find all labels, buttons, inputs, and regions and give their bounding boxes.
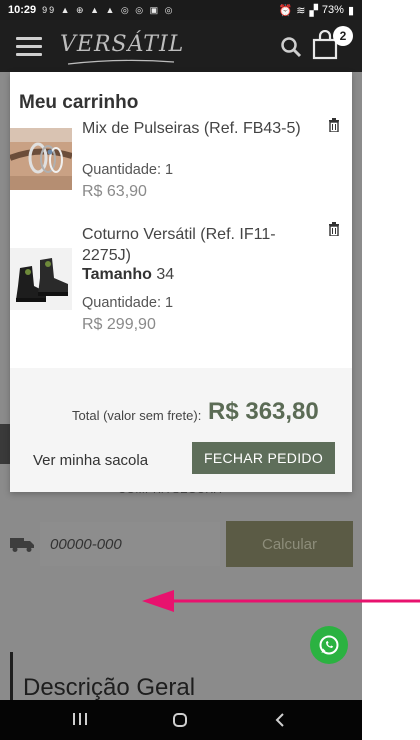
- phone-screen: 10:29 99 ▲ ⊕ ▲ ▲ ◎ ◎ ▣ ◎ ⏰ ≋ ▞ 73% ▮ VER…: [0, 0, 362, 740]
- cart-count-badge: 2: [333, 26, 353, 46]
- background-strip: [0, 424, 10, 464]
- total-label: Total (valor sem frete):: [72, 408, 202, 423]
- battery-icon: ▮: [347, 4, 354, 17]
- app-header: VERSÁTIL 2: [0, 20, 362, 72]
- battery-level: 73%: [321, 4, 344, 16]
- item-price: R$ 63,90: [82, 183, 147, 200]
- recent-apps-icon[interactable]: [72, 712, 88, 726]
- signal-icon: ▞: [309, 4, 318, 17]
- view-bag-link[interactable]: Ver minha sacola: [33, 452, 148, 469]
- description-heading: Descrição Geral: [10, 652, 195, 701]
- cep-input[interactable]: [40, 522, 220, 566]
- annotation-arrow: [142, 590, 420, 612]
- wifi-icon: ≋: [296, 4, 306, 17]
- store-logo[interactable]: VERSÁTIL: [60, 32, 184, 57]
- shipping-calculator: Calcular: [0, 520, 362, 568]
- item-name[interactable]: Mix de Pulseiras (Ref. FB43-5): [82, 118, 312, 139]
- truck-icon: [10, 538, 34, 552]
- trash-icon[interactable]: [328, 118, 340, 132]
- status-time: 10:29: [8, 4, 37, 16]
- android-nav-bar: [0, 700, 362, 740]
- item-size: Tamanho 34: [82, 266, 174, 284]
- checkout-button[interactable]: FECHAR PEDIDO: [192, 442, 335, 474]
- notification-icons: 99 ▲ ⊕ ▲ ▲ ◎ ◎ ▣ ◎: [42, 4, 175, 15]
- item-size-label: Tamanho: [82, 266, 152, 283]
- item-size-value: 34: [156, 266, 175, 283]
- whatsapp-button[interactable]: [310, 626, 348, 664]
- back-icon[interactable]: [274, 712, 286, 728]
- trash-icon[interactable]: [328, 222, 340, 236]
- whatsapp-icon: [319, 635, 339, 655]
- item-quantity: Quantidade: 1: [82, 162, 174, 178]
- home-icon[interactable]: [172, 712, 188, 728]
- cart-dropdown: Meu carrinho Mix de Pulseiras (Ref. FB43…: [10, 72, 352, 492]
- menu-icon[interactable]: [16, 37, 42, 57]
- boots-thumbnail[interactable]: [10, 248, 72, 310]
- bracelets-thumbnail[interactable]: [10, 128, 72, 190]
- item-name[interactable]: Coturno Versátil (Ref. IF11-2275J): [82, 224, 312, 266]
- cart-footer: Total (valor sem frete): R$ 363,80 Ver m…: [10, 368, 352, 492]
- item-price: R$ 299,90: [82, 316, 156, 333]
- total-value: R$ 363,80: [208, 398, 319, 425]
- search-icon[interactable]: [280, 36, 302, 58]
- status-bar: 10:29 99 ▲ ⊕ ▲ ▲ ◎ ◎ ▣ ◎ ⏰ ≋ ▞ 73% ▮: [0, 0, 362, 20]
- item-quantity: Quantidade: 1: [82, 295, 174, 311]
- cart-title: Meu carrinho: [19, 92, 139, 113]
- calculate-shipping-button[interactable]: Calcular: [226, 521, 353, 567]
- alarm-icon: ⏰: [278, 4, 293, 17]
- logo-swoosh: [67, 59, 175, 65]
